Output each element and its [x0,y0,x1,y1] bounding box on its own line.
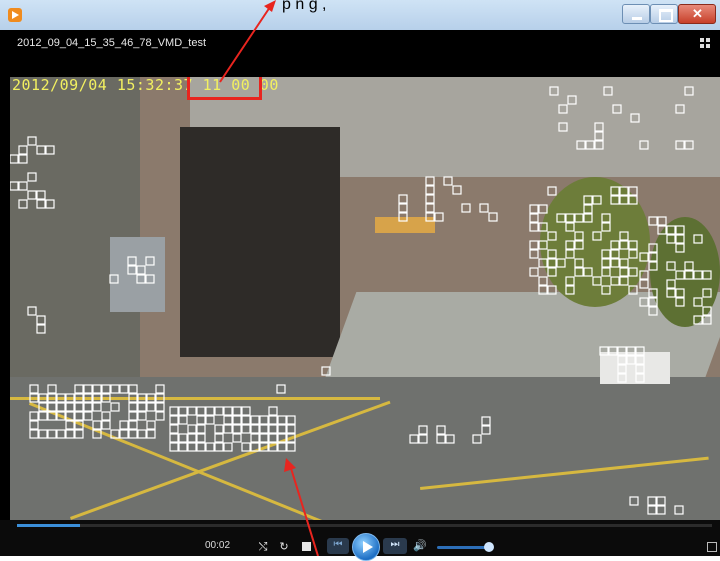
annotation-arrowhead [284,458,296,472]
annotation-caption: p n g , [282,0,327,13]
annotation-arrow-bottom [289,464,319,556]
annotation-arrow-top [219,3,273,83]
annotation-arrowhead [264,0,276,12]
annotation-arrows [219,0,319,556]
